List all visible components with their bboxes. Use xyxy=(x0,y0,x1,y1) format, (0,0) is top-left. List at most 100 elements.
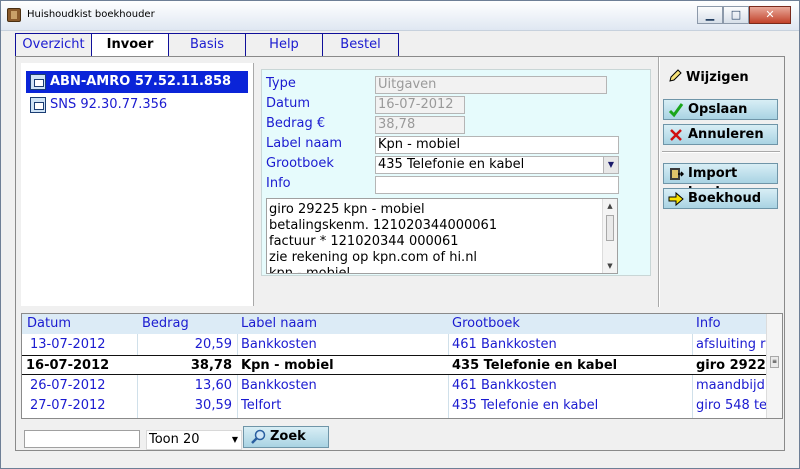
bank-account-icon xyxy=(30,97,46,113)
header-info[interactable]: Info xyxy=(696,314,721,334)
close-icon: ✕ xyxy=(765,8,775,21)
scroll-down-icon[interactable]: ▼ xyxy=(603,260,617,272)
table-row[interactable]: 16-07-2012 38,78 Kpn - mobiel 435 Telefo… xyxy=(22,355,766,375)
transaction-detail: Type Uitgaven Datum 16-07-2012 Bedrag € … xyxy=(261,69,651,276)
bedrag-field: 38,78 xyxy=(375,116,465,134)
type-field: Uitgaven xyxy=(375,76,607,94)
cell-grootboek: 435 Telefonie en kabel xyxy=(452,398,599,413)
grid-scrollbar[interactable]: ≡ xyxy=(766,314,782,418)
tab-bestel[interactable]: Bestel xyxy=(322,33,399,57)
cell-label: Bankkosten xyxy=(241,378,317,393)
window-title: Huishoudkist boekhouder xyxy=(27,9,155,20)
cell-label: Telfort xyxy=(241,398,282,413)
cell-info: giro 2922 xyxy=(696,358,766,373)
zoek-label: Zoek xyxy=(270,429,306,444)
transactions-grid: Datum Bedrag Label naam Grootboek Info 1… xyxy=(21,313,783,419)
tab-basis[interactable]: Basis xyxy=(168,33,245,57)
cell-bedrag: 20,59 xyxy=(194,337,232,352)
cell-bedrag: 38,78 xyxy=(190,358,232,373)
table-row[interactable]: 26-07-2012 13,60 Bankkosten 461 Bankkost… xyxy=(22,376,766,396)
grootboek-label: Grootboek xyxy=(266,156,334,171)
memo-scrollbar[interactable]: ▲ ▼ xyxy=(602,199,617,273)
memo-line: zie rekening op kpn.com of hi.nl xyxy=(269,250,478,265)
scroll-thumb[interactable] xyxy=(606,215,614,241)
memo-line: kpn - mobiel xyxy=(269,266,351,274)
window-controls: ▁ □ ✕ xyxy=(697,6,791,24)
cell-bedrag: 13,60 xyxy=(194,378,232,393)
account-list: ABN-AMRO 57.52.11.858 SNS 92.30.77.356 xyxy=(21,63,254,306)
toon-value: Toon 20 xyxy=(149,432,200,447)
boekhoud-button[interactable]: Boekhoud xyxy=(663,188,778,209)
account-label: ABN-AMRO 57.52.11.858 xyxy=(50,74,232,89)
grootboek-select[interactable]: 435 Telefonie en kabel ▼ xyxy=(375,156,619,174)
wijzigen-button[interactable]: Wijzigen xyxy=(668,69,749,85)
info-input[interactable] xyxy=(375,176,619,194)
zoek-button[interactable]: Zoek xyxy=(243,426,329,448)
scroll-thumb[interactable]: ≡ xyxy=(770,356,779,368)
cell-info: maandbijd xyxy=(696,378,765,393)
bedrag-label: Bedrag € xyxy=(266,116,326,131)
cross-icon xyxy=(670,129,682,141)
tab-overzicht[interactable]: Overzicht xyxy=(15,33,91,57)
annuleren-label: Annuleren xyxy=(688,127,764,142)
app-window: Huishoudkist boekhouder ▁ □ ✕ Overzicht … xyxy=(0,0,800,469)
header-datum[interactable]: Datum xyxy=(27,314,71,334)
minimize-button[interactable]: ▁ xyxy=(697,6,723,24)
header-labelnaam[interactable]: Label naam xyxy=(241,314,317,334)
cell-info: afsluiting r xyxy=(696,337,766,352)
boekhoud-label: Boekhoud xyxy=(688,191,762,206)
invoer-panel: ABN-AMRO 57.52.11.858 SNS 92.30.77.356 T… xyxy=(15,56,785,451)
account-label: SNS 92.30.77.356 xyxy=(50,97,168,112)
memo-textarea[interactable]: giro 29225 kpn - mobiel betalingskenm. 1… xyxy=(266,198,618,274)
header-grootboek[interactable]: Grootboek xyxy=(452,314,520,334)
cell-label: Bankkosten xyxy=(241,337,317,352)
close-button[interactable]: ✕ xyxy=(749,6,791,24)
cell-label: Kpn - mobiel xyxy=(241,358,334,373)
grid-header: Datum Bedrag Label naam Grootboek Info xyxy=(22,314,766,334)
grootboek-value: 435 Telefonie en kabel xyxy=(378,157,525,172)
table-row[interactable]: 13-07-2012 20,59 Bankkosten 461 Bankkost… xyxy=(22,335,766,355)
arrow-right-icon xyxy=(668,191,684,207)
tab-invoer[interactable]: Invoer xyxy=(91,33,168,57)
title-bar: Huishoudkist boekhouder ▁ □ ✕ xyxy=(1,1,799,31)
type-label: Type xyxy=(266,76,296,91)
cell-info: giro 548 te xyxy=(696,398,766,413)
maximize-icon: □ xyxy=(730,8,742,21)
app-icon xyxy=(7,8,21,22)
account-item-sns[interactable]: SNS 92.30.77.356 xyxy=(26,94,248,116)
datum-label: Datum xyxy=(266,96,310,111)
header-bedrag[interactable]: Bedrag xyxy=(142,314,189,334)
cell-bedrag: 30,59 xyxy=(194,398,232,413)
memo-line: giro 29225 kpn - mobiel xyxy=(269,202,425,217)
annuleren-button[interactable]: Annuleren xyxy=(663,124,778,145)
opslaan-button[interactable]: Opslaan xyxy=(663,99,778,120)
cell-grootboek: 461 Bankkosten xyxy=(452,337,557,352)
scroll-up-icon[interactable]: ▲ xyxy=(603,200,617,212)
maximize-button[interactable]: □ xyxy=(723,6,749,24)
cell-datum: 27-07-2012 xyxy=(30,398,106,413)
tab-help[interactable]: Help xyxy=(245,33,322,57)
toon-select[interactable]: Toon 20 ▼ xyxy=(146,430,242,450)
search-input[interactable] xyxy=(24,430,140,448)
import-bank-button[interactable]: Import bank xyxy=(663,163,778,200)
pencil-icon xyxy=(669,69,682,82)
datum-field: 16-07-2012 xyxy=(375,96,465,114)
chevron-down-icon: ▼ xyxy=(231,435,238,444)
chevron-down-icon[interactable]: ▼ xyxy=(603,157,618,173)
cell-grootboek: 435 Telefonie en kabel xyxy=(452,358,618,373)
cell-datum: 26-07-2012 xyxy=(30,378,106,393)
labelnaam-input[interactable]: Kpn - mobiel xyxy=(375,136,619,154)
info-label: Info xyxy=(266,176,291,191)
cell-datum: 16-07-2012 xyxy=(26,358,110,373)
cell-grootboek: 461 Bankkosten xyxy=(452,378,557,393)
import-book-icon xyxy=(670,168,684,180)
vertical-divider xyxy=(658,57,660,307)
button-divider xyxy=(662,151,780,153)
minimize-icon: ▁ xyxy=(705,8,715,21)
cell-datum: 13-07-2012 xyxy=(30,337,106,352)
table-row[interactable]: 27-07-2012 30,59 Telfort 435 Telefonie e… xyxy=(22,396,766,416)
bank-account-icon xyxy=(30,74,46,90)
memo-line: factuur * 121020344 000061 xyxy=(269,234,459,249)
opslaan-label: Opslaan xyxy=(688,102,748,117)
account-item-abn-amro[interactable]: ABN-AMRO 57.52.11.858 xyxy=(26,71,248,93)
